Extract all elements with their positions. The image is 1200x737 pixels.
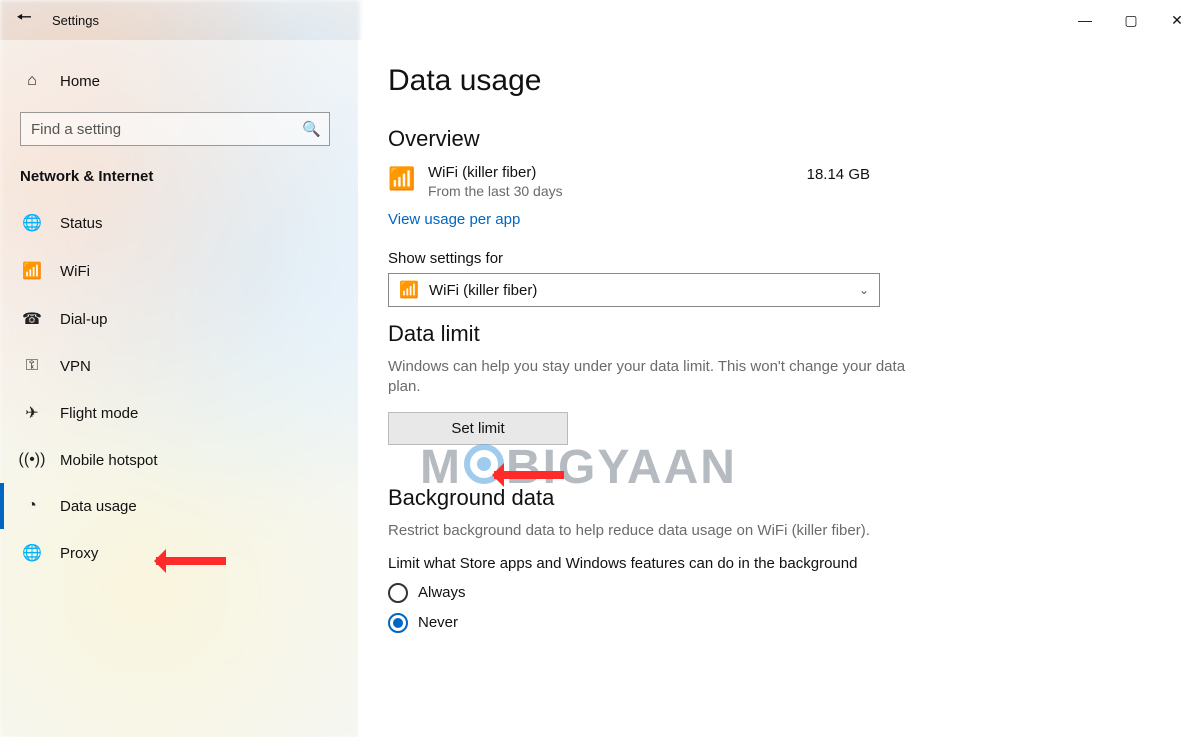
data-limit-heading: Data limit	[388, 321, 1200, 347]
search-icon: 🔍	[302, 120, 321, 138]
home-icon: ⌂	[22, 72, 42, 90]
sidebar-item-label: VPN	[60, 358, 91, 375]
globe-icon: 🌐	[22, 213, 42, 233]
overview-heading: Overview	[388, 126, 1200, 152]
sidebar-item-label: Data usage	[60, 498, 137, 515]
sidebar-item-label: Status	[60, 215, 103, 232]
titlebar: 🠔 Settings — ▢ ✕	[0, 0, 1200, 40]
wifi-icon: 📶	[22, 261, 42, 281]
annotation-arrow	[156, 557, 226, 565]
maximize-icon: ▢	[1124, 12, 1137, 29]
sidebar-item-proxy[interactable]: 🌐 Proxy	[0, 529, 358, 577]
hotspot-icon: ((•))	[22, 451, 42, 469]
minimize-button[interactable]: —	[1062, 0, 1108, 40]
sidebar-item-data-usage[interactable]: ◔ Data usage	[0, 483, 358, 529]
sidebar: ⌂ Home Find a setting 🔍 Network & Intern…	[0, 40, 358, 737]
sidebar-section-label: Network & Internet	[0, 164, 358, 199]
sidebar-home[interactable]: ⌂ Home	[0, 60, 358, 102]
airplane-icon: ✈	[22, 403, 42, 423]
wifi-icon: 📶	[399, 280, 419, 300]
sidebar-item-label: Dial-up	[60, 311, 108, 328]
chevron-down-icon: ⌄	[859, 283, 869, 297]
annotation-arrow	[494, 471, 564, 479]
wifi-icon: 📶	[388, 164, 428, 192]
radio-icon	[388, 613, 408, 633]
sidebar-item-flight-mode[interactable]: ✈ Flight mode	[0, 389, 358, 437]
maximize-button[interactable]: ▢	[1108, 0, 1154, 40]
minimize-icon: —	[1078, 12, 1092, 28]
dialup-icon: ☎	[22, 309, 42, 329]
show-settings-dropdown[interactable]: 📶 WiFi (killer fiber) ⌄	[388, 273, 880, 307]
overview-network-name: WiFi (killer fiber)	[428, 164, 563, 181]
sidebar-item-vpn[interactable]: ⚿ VPN	[0, 343, 358, 389]
dropdown-selected: WiFi (killer fiber)	[429, 282, 537, 299]
sidebar-item-label: Mobile hotspot	[60, 452, 158, 469]
radio-never[interactable]: Never	[388, 608, 1200, 638]
view-usage-per-app-link[interactable]: View usage per app	[388, 211, 520, 228]
data-icon: ◔	[22, 497, 42, 515]
background-data-description: Restrict background data to help reduce …	[388, 521, 908, 541]
data-limit-description: Windows can help you stay under your dat…	[388, 357, 908, 398]
sidebar-item-hotspot[interactable]: ((•)) Mobile hotspot	[0, 437, 358, 483]
vpn-icon: ⚿	[22, 357, 42, 375]
overview-amount: 18.14 GB	[807, 164, 870, 183]
sidebar-item-label: WiFi	[60, 263, 90, 280]
overview-network-row: 📶 WiFi (killer fiber) From the last 30 d…	[388, 162, 1200, 203]
sidebar-item-dialup[interactable]: ☎ Dial-up	[0, 295, 358, 343]
sidebar-item-wifi[interactable]: 📶 WiFi	[0, 247, 358, 295]
radio-label: Never	[418, 614, 458, 631]
sidebar-home-label: Home	[60, 73, 100, 90]
overview-period: From the last 30 days	[428, 183, 563, 199]
close-button[interactable]: ✕	[1154, 0, 1200, 40]
sidebar-item-status[interactable]: 🌐 Status	[0, 199, 358, 247]
background-data-question: Limit what Store apps and Windows featur…	[388, 555, 1200, 572]
show-settings-label: Show settings for	[388, 250, 1200, 267]
set-limit-button[interactable]: Set limit	[388, 412, 568, 445]
search-input[interactable]: Find a setting 🔍	[20, 112, 330, 146]
back-arrow-icon: 🠔	[16, 5, 32, 35]
radio-always[interactable]: Always	[388, 578, 1200, 608]
main-pane: Data usage Overview 📶 WiFi (killer fiber…	[358, 40, 1200, 737]
page-title: Data usage	[388, 64, 1200, 98]
radio-label: Always	[418, 584, 466, 601]
proxy-icon: 🌐	[22, 543, 42, 563]
back-button[interactable]: 🠔	[0, 0, 48, 40]
sidebar-item-label: Flight mode	[60, 405, 138, 422]
background-data-heading: Background data	[388, 485, 1200, 511]
radio-icon	[388, 583, 408, 603]
search-placeholder: Find a setting	[31, 121, 121, 138]
window-title: Settings	[48, 13, 99, 28]
sidebar-item-label: Proxy	[60, 545, 98, 562]
close-icon: ✕	[1171, 12, 1183, 29]
